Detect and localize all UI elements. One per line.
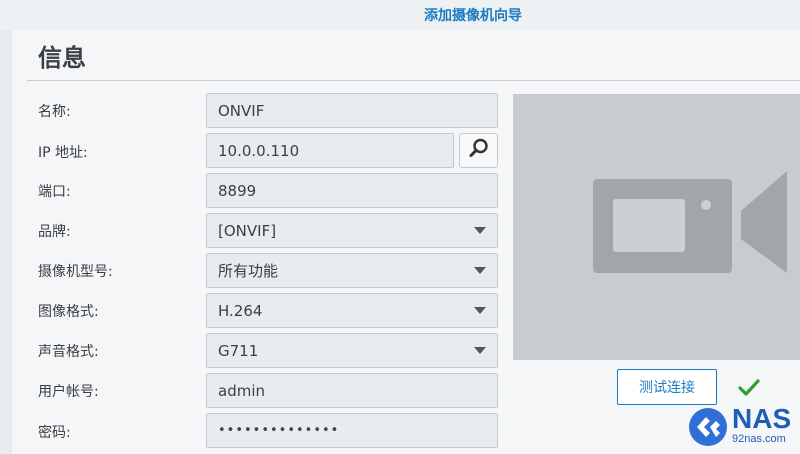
username-field[interactable]: admin <box>206 373 498 408</box>
section-divider <box>27 80 800 81</box>
chevron-down-icon <box>474 227 486 234</box>
test-connection-button[interactable]: 测试连接 <box>617 369 717 405</box>
watermark-brand: NAS <box>732 403 792 434</box>
name-label: 名称: <box>38 104 71 120</box>
audio-format-select[interactable]: G711 <box>206 333 498 368</box>
ip-address-value: 10.0.0.110 <box>218 141 300 160</box>
nas-logo-icon <box>688 407 728 452</box>
camera-model-value: 所有功能 <box>218 262 279 280</box>
checkmark-icon <box>738 378 760 403</box>
password-field[interactable]: •••••••••••••• <box>206 413 498 448</box>
camera-preview <box>513 94 800 360</box>
audio-format-value: G711 <box>218 341 259 360</box>
video-format-value: H.264 <box>218 301 263 320</box>
password-value: •••••••••••••• <box>218 423 340 438</box>
name-value: ONVIF <box>218 101 265 120</box>
port-field[interactable]: 8899 <box>206 173 498 208</box>
brand-select[interactable]: [ONVIF] <box>206 213 498 248</box>
password-label: 密码: <box>38 425 71 441</box>
wizard-header: 添加摄像机向导 <box>0 0 800 30</box>
port-label: 端口: <box>38 184 71 200</box>
search-icon <box>468 137 490 164</box>
ip-label: IP 地址: <box>38 145 88 161</box>
watermark-site: 92nas.com <box>732 433 786 445</box>
model-label: 摄像机型号: <box>38 264 113 280</box>
video-format-label: 图像格式: <box>38 304 99 320</box>
ip-address-field[interactable]: 10.0.0.110 <box>206 133 454 168</box>
camera-model-select[interactable]: 所有功能 <box>206 253 498 288</box>
section-title: 信息 <box>38 44 86 72</box>
chevron-down-icon <box>474 267 486 274</box>
name-field[interactable]: ONVIF <box>206 93 498 128</box>
chevron-down-icon <box>474 347 486 354</box>
watermark: NAS 92nas.com <box>688 403 800 451</box>
left-edge <box>0 30 12 454</box>
video-format-select[interactable]: H.264 <box>206 293 498 328</box>
wizard-title: 添加摄像机向导 <box>424 7 522 23</box>
video-camera-icon <box>593 171 800 278</box>
chevron-down-icon <box>474 307 486 314</box>
username-value: admin <box>218 381 265 400</box>
audio-format-label: 声音格式: <box>38 344 99 360</box>
username-label: 用户帐号: <box>38 384 99 400</box>
port-value: 8899 <box>218 181 257 200</box>
search-camera-button[interactable] <box>459 133 498 168</box>
brand-label: 品牌: <box>38 224 71 240</box>
brand-value: [ONVIF] <box>218 221 277 240</box>
